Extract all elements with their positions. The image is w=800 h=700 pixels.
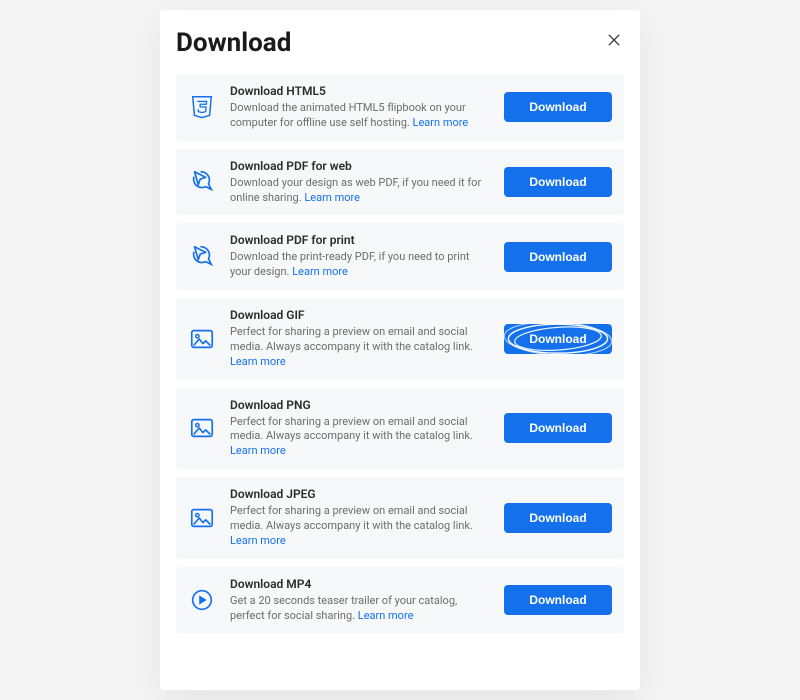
download-options-list: Download HTML5 Download the animated HTML… xyxy=(176,74,624,633)
learn-more-link[interactable]: Learn more xyxy=(292,265,348,278)
option-title: Download PDF for print xyxy=(230,233,490,247)
learn-more-link[interactable]: Learn more xyxy=(304,191,360,204)
option-body: Download JPEG Perfect for sharing a previ… xyxy=(230,487,490,549)
learn-more-link[interactable]: Learn more xyxy=(230,534,286,547)
option-action: Download xyxy=(504,167,612,197)
learn-more-link[interactable]: Learn more xyxy=(358,609,414,622)
option-title: Download MP4 xyxy=(230,577,490,591)
option-description-text: Download the print-ready PDF, if you nee… xyxy=(230,250,470,278)
option-action: Download xyxy=(504,413,612,443)
learn-more-link[interactable]: Learn more xyxy=(413,116,469,129)
download-option: Download PDF for print Download the print… xyxy=(176,223,624,290)
download-option: Download MP4 Get a 20 seconds teaser trai… xyxy=(176,567,624,634)
option-title: Download JPEG xyxy=(230,487,490,501)
option-action: Download xyxy=(504,324,612,354)
option-body: Download PDF for print Download the print… xyxy=(230,233,490,280)
option-description: Perfect for sharing a preview on email a… xyxy=(230,325,490,370)
option-description: Download the print-ready PDF, if you nee… xyxy=(230,250,490,280)
option-title: Download GIF xyxy=(230,308,490,322)
download-button[interactable]: Download xyxy=(504,242,612,272)
download-option: Download PNG Perfect for sharing a previe… xyxy=(176,388,624,470)
download-modal: Download Download HTML5 Download the anim… xyxy=(160,10,640,690)
download-option: Download GIF Perfect for sharing a previe… xyxy=(176,298,624,380)
image-icon xyxy=(188,325,216,353)
download-button[interactable]: Download xyxy=(504,503,612,533)
download-option: Download JPEG Perfect for sharing a previ… xyxy=(176,477,624,559)
option-description: Download your design as web PDF, if you … xyxy=(230,176,490,206)
learn-more-link[interactable]: Learn more xyxy=(230,444,286,457)
option-action: Download xyxy=(504,503,612,533)
modal-header: Download xyxy=(176,28,624,58)
option-description-text: Perfect for sharing a preview on email a… xyxy=(230,415,473,443)
option-action: Download xyxy=(504,585,612,615)
play-icon xyxy=(188,586,216,614)
pdf-icon xyxy=(188,168,216,196)
image-icon xyxy=(188,504,216,532)
download-option: Download HTML5 Download the animated HTML… xyxy=(176,74,624,141)
option-title: Download HTML5 xyxy=(230,84,490,98)
option-body: Download MP4 Get a 20 seconds teaser trai… xyxy=(230,577,490,624)
option-title: Download PNG xyxy=(230,398,490,412)
download-button[interactable]: Download xyxy=(504,413,612,443)
image-icon xyxy=(188,414,216,442)
option-description: Download the animated HTML5 flipbook on … xyxy=(230,101,490,131)
download-button[interactable]: Download xyxy=(504,92,612,122)
pdf-icon xyxy=(188,243,216,271)
close-icon xyxy=(606,32,622,48)
option-description-text: Perfect for sharing a preview on email a… xyxy=(230,504,473,532)
html5-icon xyxy=(188,93,216,121)
option-description: Perfect for sharing a preview on email a… xyxy=(230,504,490,549)
modal-title: Download xyxy=(176,28,291,58)
download-option: Download PDF for web Download your design… xyxy=(176,149,624,216)
option-description: Perfect for sharing a preview on email a… xyxy=(230,415,490,460)
option-body: Download PDF for web Download your design… xyxy=(230,159,490,206)
option-description-text: Get a 20 seconds teaser trailer of your … xyxy=(230,594,457,622)
option-title: Download PDF for web xyxy=(230,159,490,173)
option-action: Download xyxy=(504,242,612,272)
download-button[interactable]: Download xyxy=(504,585,612,615)
option-body: Download HTML5 Download the animated HTML… xyxy=(230,84,490,131)
option-description-text: Perfect for sharing a preview on email a… xyxy=(230,325,473,353)
close-button[interactable] xyxy=(604,30,624,50)
option-body: Download PNG Perfect for sharing a previe… xyxy=(230,398,490,460)
option-description: Get a 20 seconds teaser trailer of your … xyxy=(230,594,490,624)
option-action: Download xyxy=(504,92,612,122)
download-button[interactable]: Download xyxy=(504,167,612,197)
option-body: Download GIF Perfect for sharing a previe… xyxy=(230,308,490,370)
learn-more-link[interactable]: Learn more xyxy=(230,355,286,368)
download-button[interactable]: Download xyxy=(504,324,612,354)
